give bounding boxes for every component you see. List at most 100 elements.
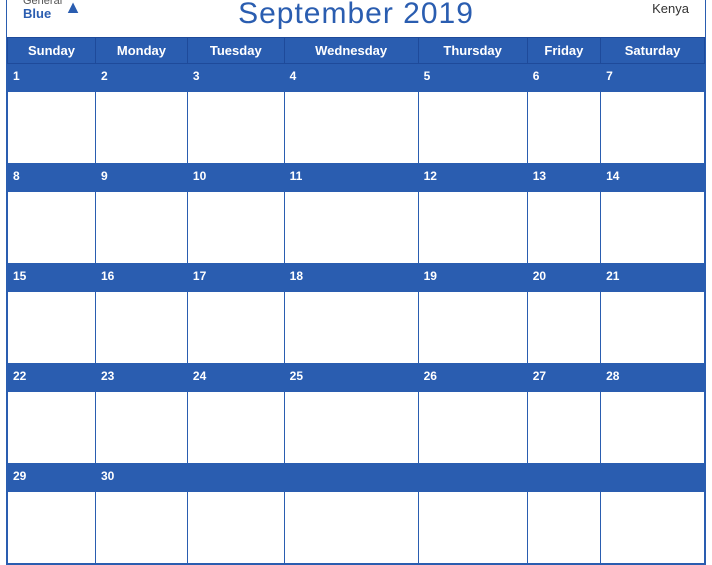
- date-header-cell: 6: [527, 63, 600, 91]
- date-number: 13: [533, 169, 546, 183]
- date-header-cell: 11: [284, 163, 418, 191]
- day-cell: [8, 291, 96, 363]
- date-header-cell: 13: [527, 163, 600, 191]
- date-header-cell: 25: [284, 363, 418, 391]
- day-cell: [95, 491, 187, 563]
- date-header-cell: 3: [187, 63, 284, 91]
- day-cell: [527, 391, 600, 463]
- date-header-cell: 2: [95, 63, 187, 91]
- date-header-cell: 24: [187, 363, 284, 391]
- day-cell: [418, 191, 527, 263]
- date-number: 2: [101, 69, 108, 83]
- date-header-cell: 5: [418, 63, 527, 91]
- week-row-2: [8, 191, 705, 263]
- day-cell: [418, 291, 527, 363]
- date-header-cell: [284, 463, 418, 491]
- date-number: 26: [424, 369, 437, 383]
- header-saturday: Saturday: [601, 37, 705, 63]
- week-header-row-5: 29 30: [8, 463, 705, 491]
- date-number: 28: [606, 369, 619, 383]
- day-cell: [418, 91, 527, 163]
- date-number: 5: [424, 69, 431, 83]
- date-header-cell: 9: [95, 163, 187, 191]
- date-header-cell: 29: [8, 463, 96, 491]
- date-number: 30: [101, 469, 114, 483]
- date-number: 27: [533, 369, 546, 383]
- day-cell: [284, 391, 418, 463]
- date-number: 6: [533, 69, 540, 83]
- header-sunday: Sunday: [8, 37, 96, 63]
- date-number: 19: [424, 269, 437, 283]
- day-cell: [418, 391, 527, 463]
- date-number: 7: [606, 69, 613, 83]
- day-cell: [187, 491, 284, 563]
- date-number: 16: [101, 269, 114, 283]
- header-tuesday: Tuesday: [187, 37, 284, 63]
- day-cell: [8, 91, 96, 163]
- day-cell: [187, 291, 284, 363]
- date-header-cell: 7: [601, 63, 705, 91]
- date-header-cell: [187, 463, 284, 491]
- header-wednesday: Wednesday: [284, 37, 418, 63]
- calendar: General Blue ▲ September 2019 Kenya Sund…: [6, 0, 706, 565]
- country-label: Kenya: [652, 1, 689, 16]
- date-number: 15: [13, 269, 26, 283]
- date-number: 11: [290, 169, 303, 183]
- weekday-header-row: Sunday Monday Tuesday Wednesday Thursday…: [8, 37, 705, 63]
- calendar-table: Sunday Monday Tuesday Wednesday Thursday…: [7, 37, 705, 564]
- date-number: 12: [424, 169, 437, 183]
- date-header-cell: 17: [187, 263, 284, 291]
- week-row-4: [8, 391, 705, 463]
- date-header-cell: 10: [187, 163, 284, 191]
- date-number: 20: [533, 269, 546, 283]
- date-header-cell: [527, 463, 600, 491]
- date-header-cell: 8: [8, 163, 96, 191]
- calendar-header: General Blue ▲ September 2019 Kenya: [7, 0, 705, 37]
- date-number: 21: [606, 269, 619, 283]
- date-header-cell: 4: [284, 63, 418, 91]
- date-header-cell: 23: [95, 363, 187, 391]
- day-cell: [284, 191, 418, 263]
- date-number: 14: [606, 169, 619, 183]
- logo: General Blue ▲: [23, 0, 82, 21]
- date-header-cell: 27: [527, 363, 600, 391]
- date-number: 23: [101, 369, 114, 383]
- day-cell: [187, 91, 284, 163]
- header-monday: Monday: [95, 37, 187, 63]
- date-header-cell: 21: [601, 263, 705, 291]
- week-header-row-4: 22 23 24 25 26 27 28: [8, 363, 705, 391]
- date-number: 22: [13, 369, 26, 383]
- date-number: 3: [193, 69, 200, 83]
- day-cell: [8, 491, 96, 563]
- day-cell: [527, 291, 600, 363]
- logo-blue: Blue: [23, 7, 62, 21]
- date-header-cell: 28: [601, 363, 705, 391]
- date-header-cell: 19: [418, 263, 527, 291]
- day-cell: [527, 91, 600, 163]
- logo-bird-icon: ▲: [64, 0, 82, 18]
- day-cell: [527, 191, 600, 263]
- day-cell: [187, 391, 284, 463]
- day-cell: [601, 491, 705, 563]
- date-header-cell: 14: [601, 163, 705, 191]
- date-header-cell: 20: [527, 263, 600, 291]
- day-cell: [284, 291, 418, 363]
- day-cell: [8, 191, 96, 263]
- date-number: 24: [193, 369, 206, 383]
- date-header-cell: 1: [8, 63, 96, 91]
- date-number: 8: [13, 169, 20, 183]
- date-header-cell: 12: [418, 163, 527, 191]
- date-number: 29: [13, 469, 26, 483]
- day-cell: [95, 291, 187, 363]
- date-header-cell: 22: [8, 363, 96, 391]
- day-cell: [601, 191, 705, 263]
- date-header-cell: [418, 463, 527, 491]
- day-cell: [8, 391, 96, 463]
- date-header-cell: 16: [95, 263, 187, 291]
- day-cell: [601, 91, 705, 163]
- day-cell: [284, 91, 418, 163]
- week-header-row-2: 8 910 11 12 13 14: [8, 163, 705, 191]
- day-cell: [527, 491, 600, 563]
- header-friday: Friday: [527, 37, 600, 63]
- date-number: 4: [290, 69, 297, 83]
